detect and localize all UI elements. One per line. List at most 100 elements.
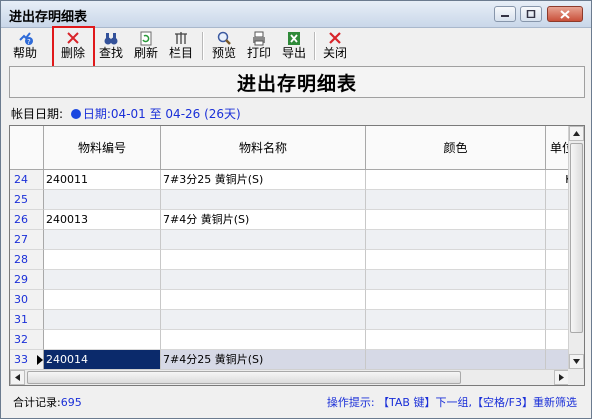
refresh-icon (140, 31, 152, 46)
report-heading: 进出存明细表 (9, 66, 585, 98)
period-label: 帐目日期: (11, 107, 64, 121)
highlight-box (52, 26, 95, 71)
refresh-button[interactable]: 刷新 (129, 29, 163, 63)
table-row[interactable]: 28 (10, 250, 584, 270)
table-cell[interactable]: 7#3分25 黄铜片(S) (161, 170, 366, 190)
table-cell[interactable] (366, 330, 546, 350)
find-label: 查找 (98, 46, 123, 60)
table-row[interactable]: 27 (10, 230, 584, 250)
table-cell[interactable] (161, 230, 366, 250)
period-value[interactable]: 04-01 至 04-26 (26天) (111, 107, 241, 121)
table-row[interactable]: 31 (10, 310, 584, 330)
arrow-up-icon (573, 131, 580, 136)
row-number: 26 (10, 210, 44, 230)
vertical-scrollbar[interactable] (568, 126, 584, 369)
table-cell[interactable] (366, 290, 546, 310)
print-button[interactable]: 打印 (242, 29, 276, 63)
record-count-label: 合计记录: (13, 396, 61, 409)
close-label: 关闭 (322, 46, 347, 60)
table-cell[interactable] (161, 290, 366, 310)
help-button[interactable]: ? 帮助 (6, 29, 44, 63)
row-number: 29 (10, 270, 44, 290)
window-close-button[interactable] (547, 6, 583, 22)
svg-text:?: ? (27, 38, 31, 46)
column-header[interactable]: 物料编号 (44, 126, 161, 170)
table-cell[interactable] (366, 310, 546, 330)
table-row[interactable]: 32 (10, 330, 584, 350)
table-cell[interactable] (366, 190, 546, 210)
scroll-left-button[interactable] (10, 370, 25, 385)
radio-dot-icon[interactable] (70, 109, 81, 119)
export-button[interactable]: 导出 (277, 29, 311, 63)
period-prefix: 日期: (82, 107, 111, 121)
table-row[interactable]: 242400117#3分25 黄铜片(S)KG (10, 170, 584, 190)
record-count: 合计记录:695 (13, 394, 82, 410)
data-grid[interactable]: 物料编号 物料名称 颜色 单位 242400117#3分25 黄铜片(S)KG2… (9, 125, 585, 386)
close-button[interactable]: 关闭 (318, 29, 352, 63)
operation-hint: 操作提示: 【TAB 键】下一组,【空格/F3】重新筛选 (326, 396, 577, 409)
table-cell[interactable]: 7#4分25 黄铜片(S) (161, 350, 366, 370)
table-cell[interactable]: 240013 (44, 210, 161, 230)
preview-label: 预览 (211, 46, 236, 60)
arrow-left-icon (15, 374, 20, 381)
table-cell[interactable] (44, 330, 161, 350)
preview-button[interactable]: 预览 (207, 29, 241, 63)
magnifier-icon (217, 31, 231, 45)
printer-icon (253, 31, 265, 46)
row-number: 28 (10, 250, 44, 270)
report-heading-text: 进出存明细表 (236, 72, 357, 95)
scrollbar-corner (568, 369, 584, 385)
row-number: 27 (10, 230, 44, 250)
row-number-header (10, 126, 44, 170)
table-row[interactable]: 30 (10, 290, 584, 310)
help-label: 帮助 (12, 46, 37, 60)
table-cell[interactable]: 240011 (44, 170, 161, 190)
table-row[interactable]: 29 (10, 270, 584, 290)
table-row[interactable]: 25 (10, 190, 584, 210)
table-cell[interactable]: 240014 (44, 350, 161, 370)
scroll-thumb[interactable] (570, 143, 583, 333)
table-cell[interactable]: 7#4分 黄铜片(S) (161, 210, 366, 230)
table-cell[interactable] (44, 250, 161, 270)
table-cell[interactable] (161, 330, 366, 350)
row-number: 31 (10, 310, 44, 330)
table-cell[interactable] (161, 250, 366, 270)
row-number: 30 (10, 290, 44, 310)
table-cell[interactable] (366, 170, 546, 190)
scroll-thumb-horizontal[interactable] (27, 371, 461, 384)
period-line: 帐目日期: 日期:04-01 至 04-26 (26天) (11, 105, 241, 122)
maximize-button[interactable] (520, 6, 542, 22)
column-header[interactable]: 颜色 (366, 126, 546, 170)
scroll-down-button[interactable] (569, 354, 584, 369)
current-row-arrow-icon (37, 355, 43, 365)
column-header[interactable]: 物料名称 (161, 126, 366, 170)
record-count-value: 695 (60, 396, 82, 409)
table-row[interactable]: 33 240014 7#4分25 黄铜片(S) (10, 350, 584, 370)
table-cell[interactable] (44, 270, 161, 290)
scroll-right-button[interactable] (554, 370, 569, 385)
window-title: 进出存明细表 (9, 10, 88, 25)
table-cell[interactable] (366, 350, 546, 370)
table-cell[interactable] (44, 290, 161, 310)
table-cell[interactable] (366, 210, 546, 230)
maximize-icon (526, 10, 536, 18)
title-bar[interactable]: 进出存明细表 (1, 1, 591, 28)
table-cell[interactable] (44, 190, 161, 210)
table-cell[interactable] (161, 270, 366, 290)
table-cell[interactable] (161, 310, 366, 330)
table-cell[interactable] (44, 230, 161, 250)
minimize-button[interactable] (494, 6, 516, 22)
columns-button[interactable]: 栏目 (164, 29, 198, 63)
horizontal-scrollbar[interactable] (10, 369, 569, 385)
table-cell[interactable] (366, 250, 546, 270)
export-label: 导出 (281, 46, 306, 60)
table-cell[interactable] (161, 190, 366, 210)
table-cell[interactable] (366, 270, 546, 290)
table-cell[interactable] (366, 230, 546, 250)
refresh-label: 刷新 (133, 46, 158, 60)
columns-icon (175, 32, 187, 44)
scroll-up-button[interactable] (569, 126, 584, 141)
find-button[interactable]: 查找 (94, 29, 128, 63)
table-row[interactable]: 26 240013 7#4分 黄铜片(S) (10, 210, 584, 230)
table-cell[interactable] (44, 310, 161, 330)
